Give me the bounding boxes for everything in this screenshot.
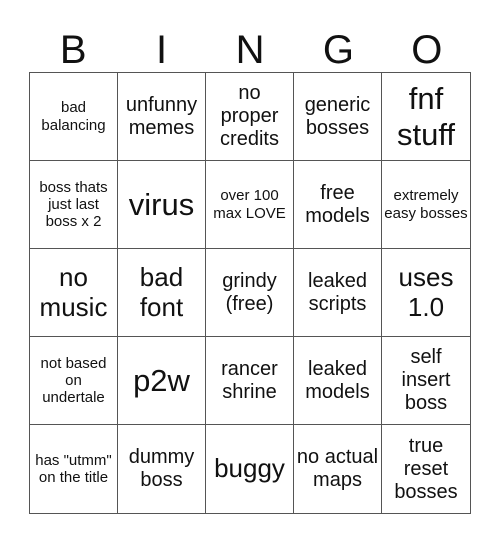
header-letter-g: G [322, 28, 354, 72]
bingo-cell[interactable]: bad balancing [30, 73, 118, 161]
bingo-cell[interactable]: buggy [206, 425, 294, 513]
bingo-cell[interactable]: free models [294, 161, 382, 249]
bingo-cell[interactable]: has "utmm" on the title [30, 425, 118, 513]
bingo-cell[interactable]: true reset bosses [382, 425, 470, 513]
bingo-cell[interactable]: no music [30, 249, 118, 337]
bingo-header: B I N G O [29, 28, 471, 72]
bingo-cell[interactable]: unfunny memes [118, 73, 206, 161]
bingo-cell[interactable]: generic bosses [294, 73, 382, 161]
bingo-cell[interactable]: leaked scripts [294, 249, 382, 337]
bingo-cell[interactable]: no actual maps [294, 425, 382, 513]
header-letter-b: B [59, 28, 87, 72]
bingo-cell[interactable]: uses 1.0 [382, 249, 470, 337]
bingo-cell[interactable]: leaked models [294, 337, 382, 425]
bingo-cell[interactable]: over 100 max LOVE [206, 161, 294, 249]
header-letter-n: N [235, 28, 265, 72]
bingo-cell[interactable]: p2w [118, 337, 206, 425]
bingo-cell[interactable]: extremely easy bosses [382, 161, 470, 249]
bingo-cell[interactable]: boss thats just last boss x 2 [30, 161, 118, 249]
header-letter-i: I [156, 28, 168, 72]
bingo-cell[interactable]: virus [118, 161, 206, 249]
bingo-cell[interactable]: bad font [118, 249, 206, 337]
bingo-cell[interactable]: self insert boss [382, 337, 470, 425]
bingo-card-grid: bad balancing unfunny memes no proper cr… [29, 72, 471, 514]
header-letter-o: O [411, 28, 443, 72]
bingo-cell[interactable]: dummy boss [118, 425, 206, 513]
bingo-cell[interactable]: rancer shrine [206, 337, 294, 425]
bingo-cell[interactable]: no proper credits [206, 73, 294, 161]
bingo-cell[interactable]: fnf stuff [382, 73, 470, 161]
bingo-cell-center[interactable]: grindy (free) [206, 249, 294, 337]
bingo-cell[interactable]: not based on undertale [30, 337, 118, 425]
